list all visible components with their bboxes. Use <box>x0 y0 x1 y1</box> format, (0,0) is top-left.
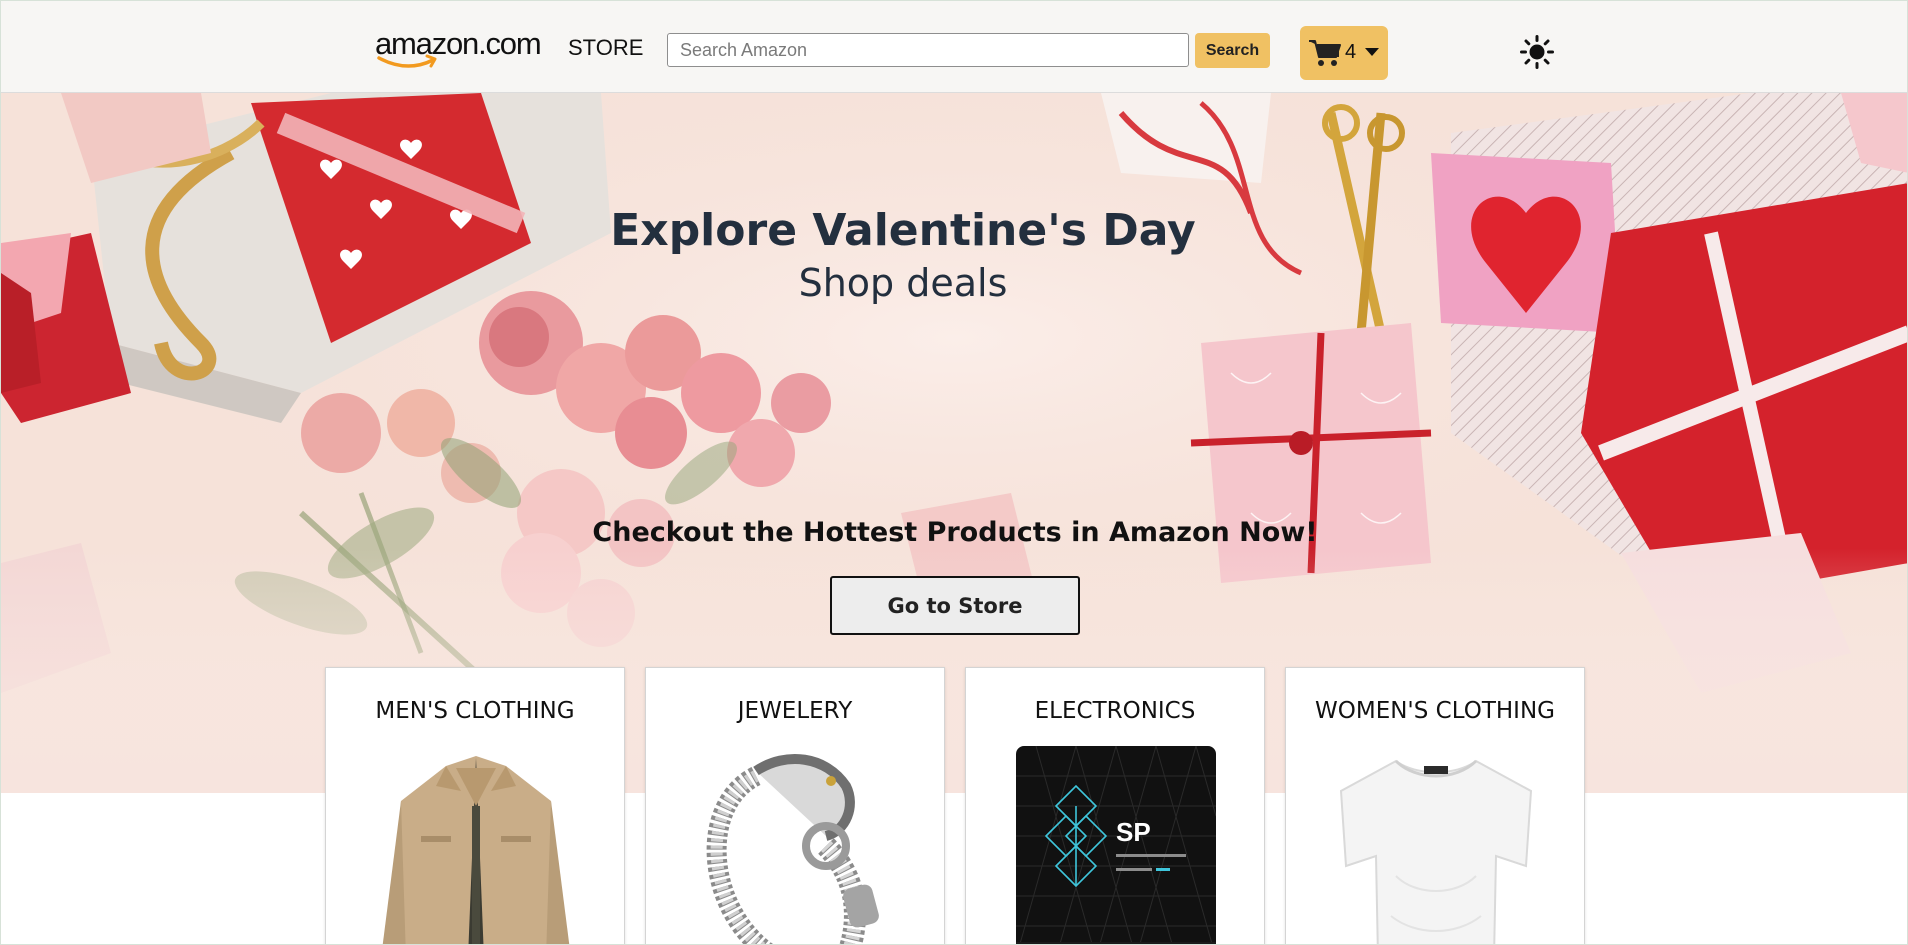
cart-button[interactable]: 4 <box>1300 26 1388 80</box>
ssd-brand-logo: SP <box>1116 817 1151 847</box>
category-title: JEWELERY <box>737 698 853 724</box>
dragon-bracelet-image <box>706 754 879 944</box>
store-link[interactable]: STORE <box>568 35 643 61</box>
men-jacket-image <box>382 756 570 944</box>
search-input[interactable] <box>667 33 1189 67</box>
category-card-mens-clothing[interactable]: MEN'S CLOTHING <box>325 667 625 944</box>
ssd-drive-image: SP <box>1016 746 1216 944</box>
category-title: ELECTRONICS <box>1034 698 1196 724</box>
category-card-womens-clothing[interactable]: WOMEN'S CLOTHING <box>1285 667 1585 944</box>
cart-count-badge: 4 <box>1345 41 1357 63</box>
top-nav-bar: amazon.com STORE Search 4 <box>1 1 1907 93</box>
category-title: WOMEN'S CLOTHING <box>1315 698 1555 724</box>
category-title: MEN'S CLOTHING <box>375 698 575 724</box>
hero-title: Explore Valentine's Day <box>610 205 1196 256</box>
category-card-electronics[interactable]: ELECTRONICS SP <box>965 667 1265 944</box>
sun-icon[interactable] <box>1520 35 1554 69</box>
go-to-store-button[interactable]: Go to Store <box>830 576 1080 635</box>
category-card-jewelery[interactable]: JEWELERY <box>645 667 945 944</box>
search-button[interactable]: Search <box>1195 33 1270 68</box>
shopping-cart-icon <box>1309 40 1341 66</box>
chevron-down-icon <box>1365 48 1379 56</box>
amazon-smile-icon <box>377 54 437 68</box>
women-tshirt-image <box>1339 759 1533 944</box>
hero-tagline: Checkout the Hottest Products in Amazon … <box>592 517 1318 548</box>
hero-subtitle: Shop deals <box>798 261 1008 305</box>
category-cards: MEN'S CLOTHING JEWELERY ELECTRONICS SP W… <box>1 667 1907 944</box>
amazon-logo[interactable]: amazon.com <box>375 27 547 73</box>
page: amazon.com STORE Search 4 <box>0 0 1908 945</box>
